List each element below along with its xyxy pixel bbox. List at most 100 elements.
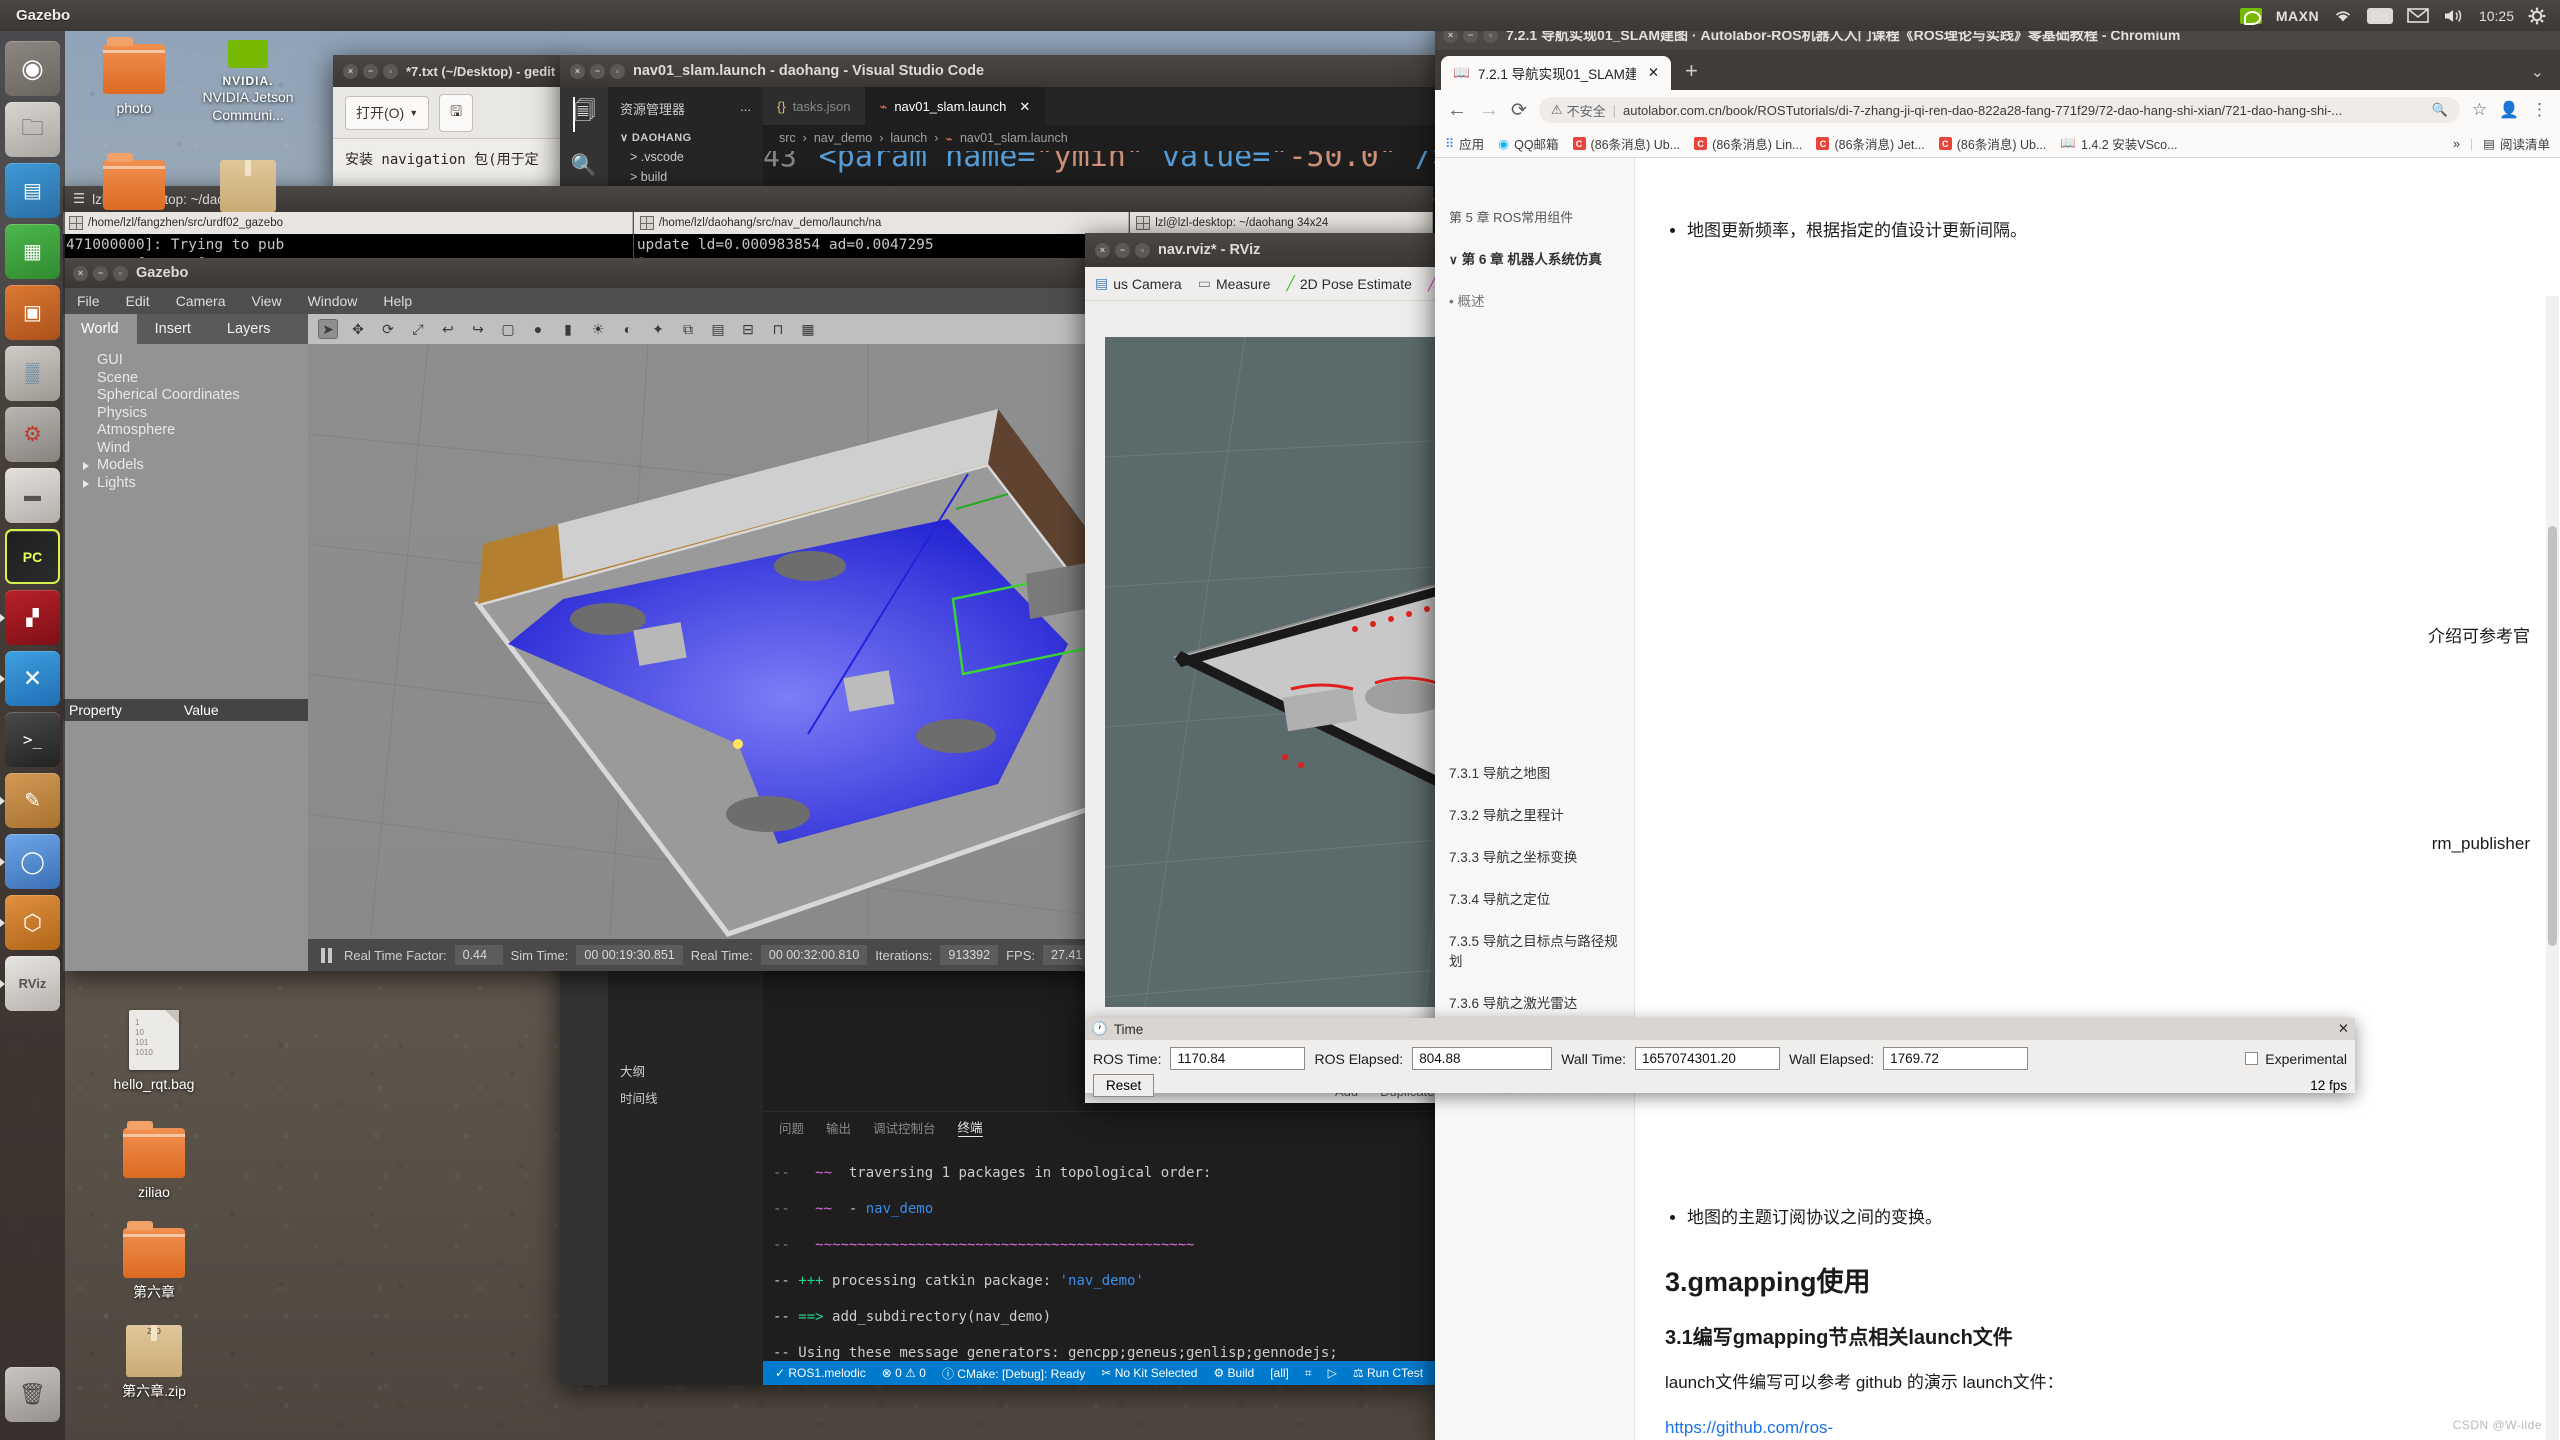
close-icon[interactable]: × xyxy=(343,63,358,79)
menu-icon[interactable]: ⋮ xyxy=(2531,100,2548,120)
status-target[interactable]: [all] xyxy=(1270,1366,1289,1380)
terminal-tab[interactable]: lzl@lzl-desktop: ~/daohang 34x24 xyxy=(1130,212,1433,234)
undo-icon[interactable]: ↩ xyxy=(438,319,458,339)
tree-item-lights[interactable]: Lights xyxy=(81,475,308,493)
launcher-item-libreoffice-calc[interactable]: ▦ xyxy=(5,224,60,279)
sidebar-item-734[interactable]: 7.3.4 导航之定位 xyxy=(1435,877,1634,919)
pause-icon[interactable] xyxy=(316,945,336,965)
align-icon[interactable]: ⊟ xyxy=(738,319,758,339)
status-errors[interactable]: ⊗ 0 ⚠ 0 xyxy=(882,1366,926,1380)
bookmark-apps[interactable]: ⠿ 应用 xyxy=(1445,134,1484,153)
more-actions-icon[interactable]: ... xyxy=(740,99,751,118)
tree-item-gui[interactable]: GUI xyxy=(81,352,308,370)
tree-item-spherical-coordinates[interactable]: Spherical Coordinates xyxy=(81,387,308,405)
launcher-item-gazebo[interactable]: ⬡ xyxy=(0,895,60,950)
minimize-icon[interactable]: − xyxy=(93,265,108,281)
menu-view[interactable]: View xyxy=(251,293,281,309)
rviz-time-panel[interactable]: 🕐 Time ✕ ROS Time: 1170.84 ROS Elapsed: … xyxy=(1085,1018,2355,1097)
keyboard-layout-icon[interactable]: En xyxy=(2367,7,2393,24)
bookmark-csdn-3[interactable]: C (86条消息) Jet... xyxy=(1816,134,1925,153)
maximize-icon[interactable]: ▫ xyxy=(1135,242,1150,258)
maximize-icon[interactable]: ▫ xyxy=(383,63,398,79)
bookmark-star-icon[interactable]: ☆ xyxy=(2472,100,2487,120)
ros-time-field[interactable]: 1170.84 xyxy=(1170,1047,1306,1070)
launcher-item-gedit[interactable]: ✎ xyxy=(0,773,60,828)
launcher-item-trash[interactable]: 🗑 xyxy=(5,1367,60,1422)
panel-tab-debug-console[interactable]: 调试控制台 xyxy=(873,1118,936,1137)
explorer-root[interactable]: ∨ DAOHANG xyxy=(608,128,763,147)
tree-item-models[interactable]: Models xyxy=(81,457,308,475)
status-run-icon[interactable]: ▷ xyxy=(1328,1366,1337,1380)
launcher-item-vscode[interactable]: ✕ xyxy=(0,651,60,706)
close-icon[interactable]: × xyxy=(570,63,585,79)
mail-icon[interactable] xyxy=(2407,8,2429,23)
sidebar-item-732[interactable]: 7.3.2 导航之里程计 xyxy=(1435,793,1634,835)
spotlight-icon[interactable]: ◐ xyxy=(618,319,638,339)
minimize-icon[interactable]: − xyxy=(590,63,605,79)
tree-item-physics[interactable]: Physics xyxy=(81,405,308,423)
explorer-item-build[interactable]: > build xyxy=(608,167,763,187)
status-ctest[interactable]: ⚖ Run CTest xyxy=(1353,1366,1423,1380)
cylinder-icon[interactable]: ▮ xyxy=(558,319,578,339)
address-bar[interactable]: ⚠ 不安全 | autolabor.com.cn/book/ROSTutoria… xyxy=(1538,97,2460,123)
gear-icon[interactable] xyxy=(2528,7,2546,25)
launcher-item-amazon[interactable]: ▬ xyxy=(5,468,60,523)
tab-search-icon[interactable]: ⌄ xyxy=(2531,62,2554,90)
bookmark-qq-mail[interactable]: ◉ QQ邮箱 xyxy=(1498,134,1558,153)
focus-camera-tool[interactable]: ▤ us Camera xyxy=(1095,275,1182,292)
breadcrumb-file[interactable]: nav01_slam.launch xyxy=(960,131,1068,145)
menu-file[interactable]: File xyxy=(77,293,100,309)
launcher-item-clion[interactable]: ▞ xyxy=(0,590,60,645)
grid-icon[interactable] xyxy=(639,216,654,230)
nvidia-icon[interactable] xyxy=(2239,7,2262,25)
security-warning[interactable]: ⚠ 不安全 xyxy=(1551,101,1606,120)
ros-elapsed-field[interactable]: 804.88 xyxy=(1412,1047,1553,1070)
reload-button[interactable]: ⟳ xyxy=(1511,99,1527,122)
launcher-item-terminal[interactable]: >_ xyxy=(5,712,60,767)
menu-window[interactable]: Window xyxy=(308,293,358,309)
chromium-window[interactable]: × − ▫ 7.2.1 导航实现01_SLAM建图 · Autolabor-RO… xyxy=(1435,20,2560,1440)
clock-label[interactable]: 10:25 xyxy=(2479,8,2514,24)
sidebar-item-chapter6[interactable]: ∨ 第 6 章 机器人系统仿真 xyxy=(1435,237,1634,279)
breadcrumb-nav-demo[interactable]: nav_demo xyxy=(814,131,872,145)
window-controls[interactable]: × − ▫ xyxy=(1095,242,1150,258)
bookmarks-overflow-button[interactable]: » xyxy=(2453,137,2460,151)
volume-icon[interactable] xyxy=(2443,8,2465,24)
menu-camera[interactable]: Camera xyxy=(176,293,226,309)
launcher-item-libreoffice-writer[interactable]: ▤ xyxy=(5,163,60,218)
light-icon[interactable]: ☀ xyxy=(588,319,608,339)
rotate-icon[interactable]: ⟳ xyxy=(378,319,398,339)
maximize-icon[interactable]: ▫ xyxy=(113,265,128,281)
copy-icon[interactable]: ⧉ xyxy=(678,319,698,339)
tree-item-atmosphere[interactable]: Atmosphere xyxy=(81,422,308,440)
search-icon[interactable]: 🔍 xyxy=(571,154,597,178)
close-icon[interactable]: ✕ xyxy=(1648,65,1659,81)
gedit-text-body[interactable]: 安装 navigation 包(用于定 xyxy=(333,139,570,179)
wall-elapsed-field[interactable]: 1769.72 xyxy=(1883,1047,2029,1070)
window-controls[interactable]: × − ▫ xyxy=(73,265,128,281)
github-link-line1[interactable]: https://github.com/ros- xyxy=(1665,1418,1833,1437)
desktop-icon-zip-2[interactable] xyxy=(192,160,304,218)
panel-tab-problems[interactable]: 问题 xyxy=(779,1118,804,1137)
launcher-item-chromium[interactable]: ◯ xyxy=(0,834,60,889)
status-ros-version[interactable]: ✓ ROS1.melodic xyxy=(775,1366,866,1380)
terminal-tab[interactable]: /home/lzl/daohang/src/nav_demo/launch/na xyxy=(633,212,1130,234)
launcher-item-pycharm[interactable]: PC xyxy=(5,529,60,584)
grid-icon[interactable]: ▦ xyxy=(798,319,818,339)
sidebar-item-733[interactable]: 7.3.3 导航之坐标变换 xyxy=(1435,835,1634,877)
sidebar-item-731[interactable]: 7.3.1 导航之地图 xyxy=(1435,751,1634,793)
menu-help[interactable]: Help xyxy=(383,293,412,309)
desktop-icon-dilizhang[interactable]: 第六章 xyxy=(98,1221,210,1302)
measure-tool[interactable]: ▭ Measure xyxy=(1198,275,1271,292)
new-tab-button[interactable]: + xyxy=(1673,58,1710,90)
close-icon[interactable]: × xyxy=(1095,242,1110,258)
launcher-item-rviz[interactable]: RViz xyxy=(0,956,60,1011)
snap-icon[interactable]: ⊓ xyxy=(768,319,788,339)
pointlight-icon[interactable]: ✦ xyxy=(648,319,668,339)
desktop-icon-dilizhang-zip[interactable]: zip 第六章.zip xyxy=(98,1325,210,1401)
tab-insert[interactable]: Insert xyxy=(137,314,209,344)
back-button[interactable]: ← xyxy=(1447,99,1467,122)
wifi-icon[interactable] xyxy=(2333,8,2353,23)
tree-item-scene[interactable]: Scene xyxy=(81,370,308,388)
sidebar-item-736[interactable]: 7.3.6 导航之激光雷达 xyxy=(1435,981,1634,1023)
